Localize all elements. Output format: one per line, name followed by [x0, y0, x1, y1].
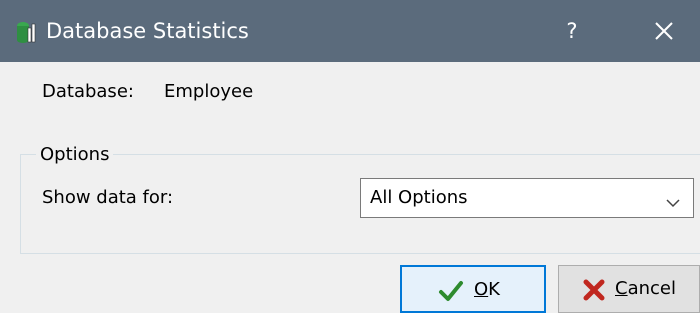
- checkmark-icon: [438, 278, 464, 304]
- help-button[interactable]: ?: [552, 12, 592, 50]
- close-icon: [655, 22, 673, 44]
- database-statistics-dialog: Database Statistics ? Database: Employee…: [0, 0, 700, 313]
- show-data-for-label: Show data for:: [42, 187, 174, 208]
- cross-icon: [581, 277, 607, 303]
- close-button[interactable]: [640, 12, 688, 50]
- cancel-button-label: Cancel: [615, 278, 676, 299]
- dropdown-selected-value: All Options: [370, 187, 468, 208]
- window-title: Database Statistics: [46, 19, 249, 43]
- ok-button-label: OK: [474, 279, 500, 300]
- title-bar[interactable]: Database Statistics ?: [0, 0, 700, 62]
- database-stats-icon: [16, 20, 38, 44]
- show-data-for-dropdown[interactable]: All Options: [360, 178, 694, 218]
- chevron-down-icon: [665, 193, 681, 208]
- cancel-button[interactable]: Cancel: [558, 265, 700, 313]
- ok-button[interactable]: OK: [400, 265, 546, 313]
- database-label: Database:: [42, 81, 134, 102]
- options-group-label: Options: [36, 143, 114, 167]
- database-name: Employee: [164, 81, 254, 102]
